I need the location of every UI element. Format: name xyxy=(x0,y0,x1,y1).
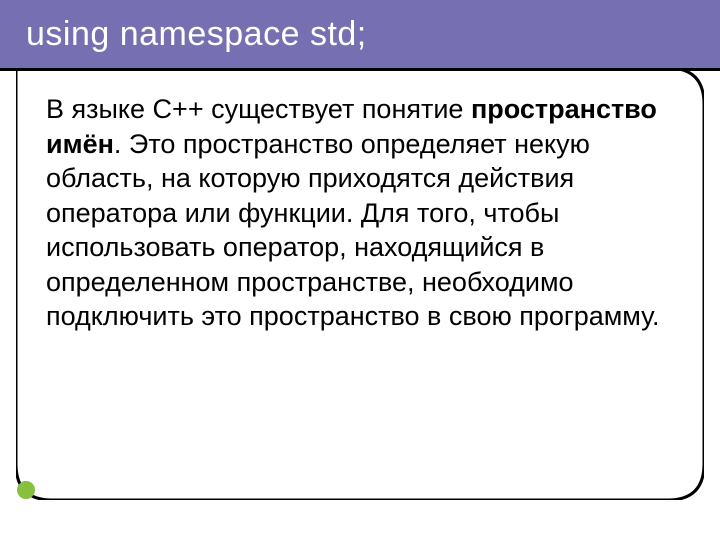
title-band: using namespace std; xyxy=(0,0,720,68)
body-card: В языке С++ существует понятие пространс… xyxy=(16,68,704,500)
body-post: . Это пространство определяет некую обла… xyxy=(46,129,659,332)
body-pre: В языке С++ существует понятие xyxy=(46,94,471,124)
slide: using namespace std; В языке С++ существ… xyxy=(0,0,720,540)
slide-title: using namespace std; xyxy=(26,15,367,54)
body-paragraph: В языке С++ существует понятие пространс… xyxy=(46,92,674,334)
